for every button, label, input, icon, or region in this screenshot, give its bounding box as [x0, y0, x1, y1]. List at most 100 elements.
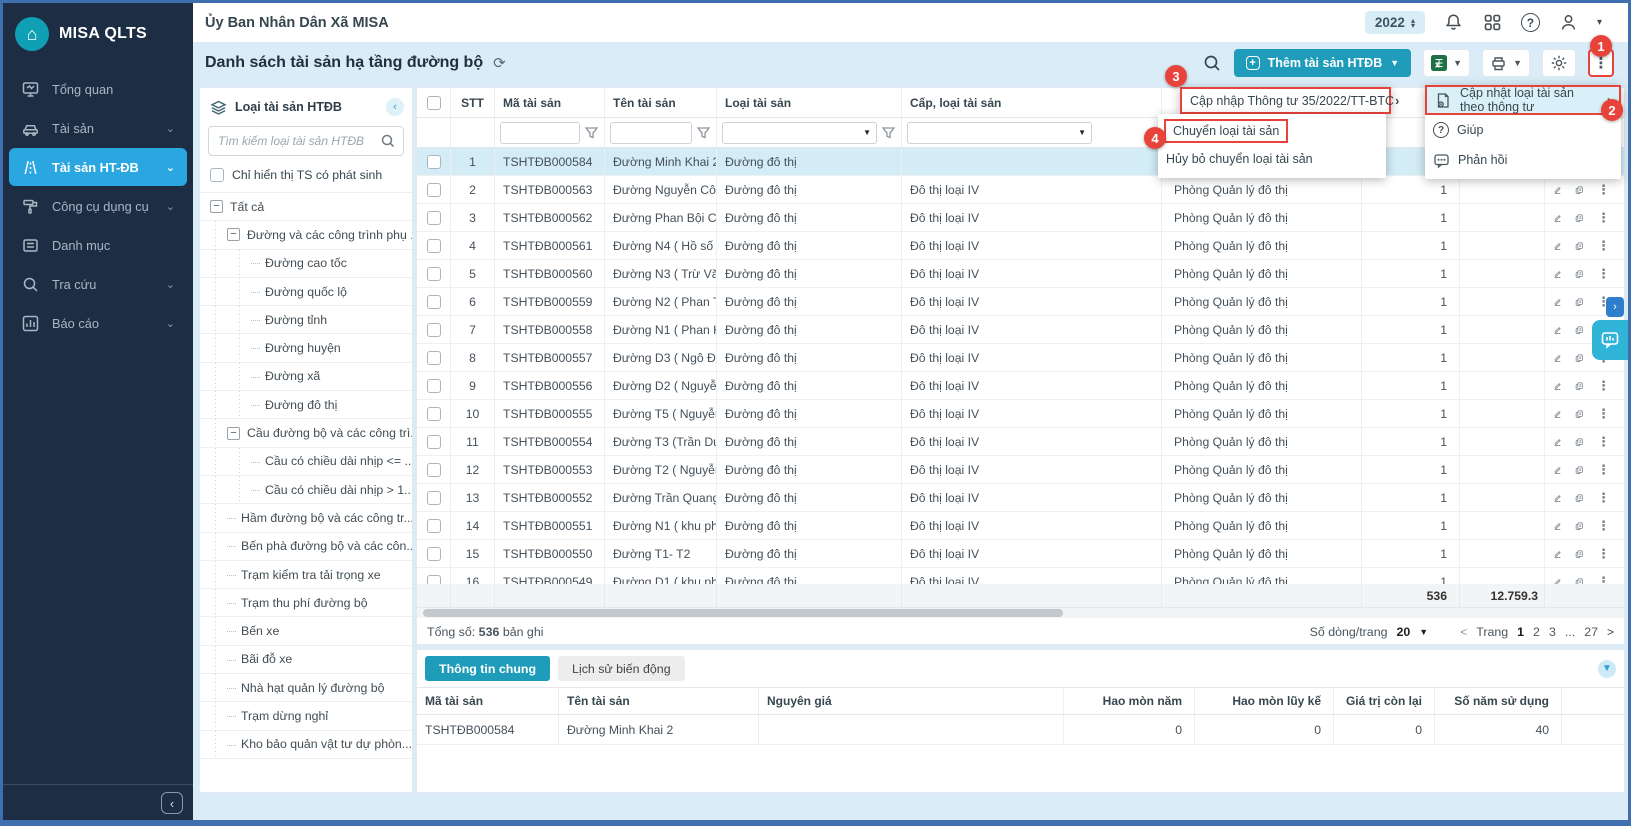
tree-node[interactable]: Kho bảo quản vật tư dự phòn...: [200, 731, 412, 759]
tree-node[interactable]: Đường tỉnh: [200, 306, 412, 334]
edit-icon[interactable]: [1553, 322, 1562, 338]
menu-item-cancel-transfer[interactable]: Hủy bỏ chuyển loại tài sản: [1158, 145, 1386, 173]
prev-page-button[interactable]: <: [1460, 625, 1467, 639]
horizontal-scrollbar[interactable]: [417, 608, 1624, 618]
menu-item-transfer-asset-type[interactable]: Chuyển loại tài sản: [1158, 117, 1386, 145]
app-grid-icon[interactable]: [1482, 12, 1503, 33]
copy-icon[interactable]: [1575, 546, 1584, 562]
col-header-grade[interactable]: Cấp, loại tài sản: [902, 88, 1162, 117]
row-menu-icon[interactable]: ⋮: [1597, 434, 1610, 450]
table-row[interactable]: 8 TSHTĐB000557 Đường D3 ( Ngô Đức ... Đư…: [417, 344, 1624, 372]
print-button[interactable]: ▼: [1482, 49, 1530, 77]
row-menu-icon[interactable]: ⋮: [1597, 546, 1610, 562]
page-number[interactable]: 27: [1584, 625, 1598, 639]
tree-node[interactable]: − Tất cả: [200, 193, 412, 221]
table-row[interactable]: 3 TSHTĐB000562 Đường Phan Bội Châu Đường…: [417, 204, 1624, 232]
filter-type-select[interactable]: ▼: [722, 122, 877, 144]
search-icon[interactable]: [1202, 53, 1222, 73]
row-menu-icon[interactable]: ⋮: [1597, 574, 1610, 585]
scrollbar-thumb[interactable]: [423, 609, 1063, 617]
edit-icon[interactable]: [1553, 546, 1562, 562]
row-checkbox[interactable]: [427, 183, 441, 197]
table-row[interactable]: 15 TSHTĐB000550 Đường T1- T2 Đường đô th…: [417, 540, 1624, 568]
col-header-code[interactable]: Mã tài sản: [495, 88, 605, 117]
copy-icon[interactable]: [1575, 322, 1584, 338]
copy-icon[interactable]: [1575, 406, 1584, 422]
edit-icon[interactable]: [1553, 434, 1562, 450]
row-menu-icon[interactable]: ⋮: [1597, 210, 1610, 226]
user-icon[interactable]: [1558, 12, 1579, 33]
tab-history[interactable]: Lịch sử biến động: [558, 656, 685, 681]
row-menu-icon[interactable]: ⋮: [1597, 490, 1610, 506]
table-row[interactable]: 11 TSHTĐB000554 Đường T3 (Trần Duy H... …: [417, 428, 1624, 456]
page-size-value[interactable]: 20: [1396, 625, 1410, 639]
tree-node[interactable]: Đường cao tốc: [200, 250, 412, 278]
edit-icon[interactable]: [1553, 350, 1562, 366]
row-checkbox[interactable]: [427, 267, 441, 281]
menu-item-update-asset-type[interactable]: Cập nhật loại tài sản theo thông tư ›: [1425, 85, 1621, 115]
copy-icon[interactable]: [1575, 238, 1584, 254]
edit-icon[interactable]: [1553, 210, 1562, 226]
menu-item-feedback[interactable]: Phản hồi: [1425, 145, 1621, 175]
copy-icon[interactable]: [1575, 182, 1584, 198]
edit-icon[interactable]: [1553, 518, 1562, 534]
year-selector[interactable]: 2022 ▴▾: [1365, 11, 1425, 34]
row-menu-icon[interactable]: ⋮: [1597, 378, 1610, 394]
tree-node[interactable]: Đường huyện: [200, 334, 412, 362]
tree-node[interactable]: Hầm đường bộ và các công tr...: [200, 504, 412, 532]
row-checkbox[interactable]: [427, 155, 441, 169]
copy-icon[interactable]: [1575, 490, 1584, 506]
notifications-icon[interactable]: [1443, 12, 1464, 33]
menu-item-help[interactable]: ? Giúp: [1425, 115, 1621, 145]
add-asset-button[interactable]: + Thêm tài sản HTĐB ▼: [1234, 49, 1412, 77]
tree-expander-icon[interactable]: −: [210, 200, 223, 213]
edit-icon[interactable]: [1553, 406, 1562, 422]
row-checkbox[interactable]: [427, 351, 441, 365]
settings-button[interactable]: [1542, 49, 1576, 77]
refresh-icon[interactable]: ⟳: [493, 54, 506, 72]
table-row[interactable]: 16 TSHTĐB000549 Đường D1 ( khu phụ tr...…: [417, 568, 1624, 584]
help-icon[interactable]: ?: [1521, 13, 1540, 32]
tree-node[interactable]: − Cầu đường bộ và các công trì...: [200, 419, 412, 447]
page-number[interactable]: 1: [1517, 625, 1524, 639]
tree-node[interactable]: Bến phà đường bộ và các côn...: [200, 533, 412, 561]
circular-update-submenu-item[interactable]: Cập nhập Thông tư 35/2022/TT-BTC ›: [1180, 87, 1391, 114]
edit-icon[interactable]: [1553, 294, 1562, 310]
search-icon[interactable]: [380, 133, 396, 149]
edit-icon[interactable]: [1553, 182, 1562, 198]
row-checkbox[interactable]: [427, 379, 441, 393]
edit-icon[interactable]: [1553, 378, 1562, 394]
sidebar-item-bao-cao[interactable]: Báo cáo ⌄: [9, 304, 187, 342]
copy-icon[interactable]: [1575, 518, 1584, 534]
tree-collapse-button[interactable]: ‹: [386, 98, 404, 116]
table-row[interactable]: 9 TSHTĐB000556 Đường D2 ( Nguyễn V... Đư…: [417, 372, 1624, 400]
row-checkbox[interactable]: [427, 407, 441, 421]
table-row[interactable]: 13 TSHTĐB000552 Đường Trần Quang Kh... Đ…: [417, 484, 1624, 512]
row-checkbox[interactable]: [427, 547, 441, 561]
page-number[interactable]: 2: [1533, 625, 1540, 639]
copy-icon[interactable]: [1575, 574, 1584, 585]
copy-icon[interactable]: [1575, 210, 1584, 226]
table-row[interactable]: 2 TSHTĐB000563 Đường Nguyễn Công ... Đườ…: [417, 176, 1624, 204]
detail-data-row[interactable]: TSHTĐB000584 Đường Minh Khai 2 0 0 0 40: [417, 715, 1624, 745]
user-menu-caret-icon[interactable]: ▾: [1597, 17, 1602, 28]
row-checkbox[interactable]: [427, 575, 441, 585]
sidebar-item-danh-muc[interactable]: Danh mục: [9, 226, 187, 264]
filter-generated-checkbox[interactable]: Chỉ hiển thị TS có phát sinh: [200, 164, 412, 192]
tree-search-input[interactable]: [208, 126, 404, 156]
filter-grade-select[interactable]: ▼: [907, 122, 1092, 144]
table-row[interactable]: 10 TSHTĐB000555 Đường T5 ( Nguyễn H... Đ…: [417, 400, 1624, 428]
filter-code-input[interactable]: [500, 122, 580, 144]
sidebar-item-tra-cuu[interactable]: Tra cứu ⌄: [9, 265, 187, 303]
row-checkbox[interactable]: [427, 211, 441, 225]
row-checkbox[interactable]: [427, 323, 441, 337]
page-number[interactable]: 3: [1549, 625, 1556, 639]
sidebar-item-tong-quan[interactable]: Tổng quan: [9, 70, 187, 108]
copy-icon[interactable]: [1575, 266, 1584, 282]
row-checkbox[interactable]: [427, 435, 441, 449]
col-header-stt[interactable]: STT: [451, 88, 495, 117]
tree-node[interactable]: Cầu có chiều dài nhịp <= ...: [200, 448, 412, 476]
table-row[interactable]: 4 TSHTĐB000561 Đường N4 ( Hồ số 6) Đường…: [417, 232, 1624, 260]
tree-node[interactable]: Trạm kiểm tra tải trọng xe: [200, 561, 412, 589]
tree-node[interactable]: Đường xã: [200, 363, 412, 391]
